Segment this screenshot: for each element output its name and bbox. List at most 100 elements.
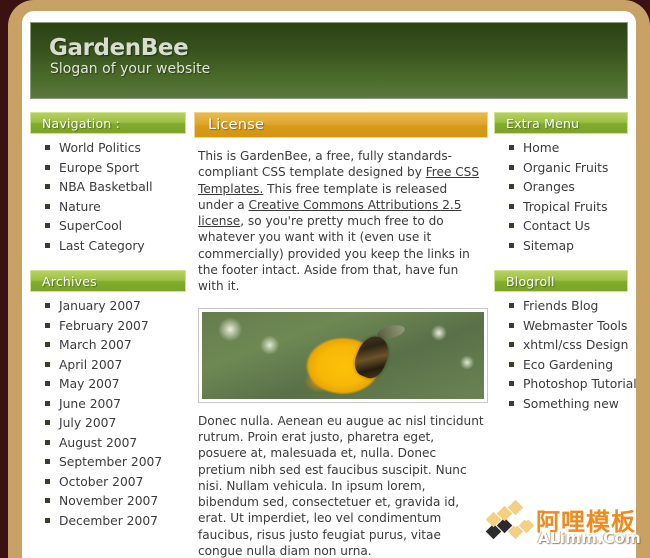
nav-link-5[interactable]: Last Category xyxy=(59,239,145,253)
nav-link-4[interactable]: SuperCool xyxy=(59,219,122,233)
list-item[interactable]: December 2007 xyxy=(45,514,186,528)
nav-link-1[interactable]: Europe Sport xyxy=(59,161,139,175)
bullet-square-icon xyxy=(509,203,514,209)
list-item[interactable]: June 2007 xyxy=(45,397,186,411)
bullet-square-icon xyxy=(45,439,50,445)
extra-link-5[interactable]: Sitemap xyxy=(523,239,574,253)
list-item[interactable]: February 2007 xyxy=(45,319,186,333)
blogroll-link-0[interactable]: Friends Blog xyxy=(523,299,598,313)
list-item[interactable]: May 2007 xyxy=(45,377,186,391)
body-paragraph: Donec nulla. Aenean eu augue ac nisl tin… xyxy=(198,413,484,558)
archive-link-3[interactable]: April 2007 xyxy=(59,358,122,372)
list-item[interactable]: Tropical Fruits xyxy=(509,200,628,214)
bullet-square-icon xyxy=(45,459,50,464)
nav-link-0[interactable]: World Politics xyxy=(59,141,141,155)
list-item[interactable]: Webmaster Tools xyxy=(509,319,628,333)
list-item[interactable]: November 2007 xyxy=(45,494,186,508)
extra-link-3[interactable]: Tropical Fruits xyxy=(523,200,608,214)
list-item[interactable]: Something new xyxy=(509,397,628,411)
site-banner: GardenBee Slogan of your website xyxy=(30,22,628,99)
list-item[interactable]: Organic Fruits xyxy=(509,161,628,175)
list-item[interactable]: Oranges xyxy=(509,180,628,194)
bullet-square-icon xyxy=(509,145,514,150)
nav-link-3[interactable]: Nature xyxy=(59,200,101,214)
bullet-square-icon xyxy=(45,381,50,386)
blogroll-link-5[interactable]: Something new xyxy=(523,397,619,411)
archive-link-2[interactable]: March 2007 xyxy=(59,338,132,352)
archive-link-11[interactable]: December 2007 xyxy=(59,514,158,528)
blogroll-link-3[interactable]: Eco Gardening xyxy=(523,358,613,372)
list-item[interactable]: Sitemap xyxy=(509,239,628,253)
archive-link-8[interactable]: September 2007 xyxy=(59,455,162,469)
bullet-square-icon xyxy=(45,420,50,425)
list-item[interactable]: NBA Basketball xyxy=(45,180,186,194)
archive-link-1[interactable]: February 2007 xyxy=(59,319,149,333)
archive-link-6[interactable]: July 2007 xyxy=(59,416,116,430)
bullet-square-icon xyxy=(45,498,50,503)
bee-photo xyxy=(198,307,488,403)
list-item[interactable]: April 2007 xyxy=(45,358,186,372)
list-item[interactable]: September 2007 xyxy=(45,455,186,469)
nav-link-2[interactable]: NBA Basketball xyxy=(59,180,153,194)
bee-body-shape xyxy=(350,331,394,383)
list-item[interactable]: January 2007 xyxy=(45,299,186,313)
bullet-square-icon xyxy=(509,164,514,170)
bullet-square-icon xyxy=(45,242,50,248)
archive-link-7[interactable]: August 2007 xyxy=(59,436,137,450)
list-item[interactable]: Last Category xyxy=(45,239,186,253)
list-item[interactable]: October 2007 xyxy=(45,475,186,489)
bullet-square-icon xyxy=(45,400,50,406)
extra-menu-panel-heading: Extra Menu xyxy=(494,112,628,134)
extra-link-4[interactable]: Contact Us xyxy=(523,219,590,233)
list-item[interactable]: SuperCool xyxy=(45,219,186,233)
blogroll-list: Friends Blog Webmaster Tools xhtml/css Des… xyxy=(494,299,636,411)
bullet-square-icon xyxy=(45,478,50,484)
list-item[interactable]: Eco Gardening xyxy=(509,358,628,372)
right-sidebar: Extra Menu Home Organic Fruits Oranges Trop… xyxy=(494,112,636,416)
list-item[interactable]: Photoshop Tutorials xyxy=(509,377,636,391)
archive-link-5[interactable]: June 2007 xyxy=(59,397,121,411)
page-canvas: GardenBee Slogan of your website Navigat… xyxy=(22,11,636,558)
archive-link-10[interactable]: November 2007 xyxy=(59,494,158,508)
bullet-square-icon xyxy=(45,145,50,150)
archive-link-4[interactable]: May 2007 xyxy=(59,377,120,391)
blogroll-link-4[interactable]: Photoshop Tutorials xyxy=(523,377,636,391)
list-item[interactable]: xhtml/css Design xyxy=(509,338,628,352)
extra-link-0[interactable]: Home xyxy=(523,141,559,155)
bullet-square-icon xyxy=(509,342,514,347)
bullet-square-icon xyxy=(45,223,50,228)
list-item[interactable]: August 2007 xyxy=(45,436,186,450)
list-item[interactable]: Friends Blog xyxy=(509,299,628,313)
list-item[interactable]: March 2007 xyxy=(45,338,186,352)
site-slogan: Slogan of your website xyxy=(50,61,211,77)
bullet-square-icon xyxy=(509,381,514,386)
archives-panel-heading: Archives xyxy=(30,270,186,292)
navigation-list: World Politics Europe Sport NBA Basketball… xyxy=(30,141,186,253)
bullet-square-icon xyxy=(509,303,514,308)
license-text-0: This is GardenBee, a free, fully standar… xyxy=(198,149,452,180)
bullet-square-icon xyxy=(45,303,50,308)
bullet-square-icon xyxy=(509,223,514,228)
navigation-panel-heading: Navigation : xyxy=(30,112,186,134)
bullet-square-icon xyxy=(509,322,514,328)
list-item[interactable]: Nature xyxy=(45,200,186,214)
list-item[interactable]: Contact Us xyxy=(509,219,628,233)
license-panel-heading: License xyxy=(194,112,488,138)
extra-link-1[interactable]: Organic Fruits xyxy=(523,161,608,175)
archive-link-0[interactable]: January 2007 xyxy=(59,299,141,313)
blogroll-link-1[interactable]: Webmaster Tools xyxy=(523,319,627,333)
list-item[interactable]: July 2007 xyxy=(45,416,186,430)
extra-link-2[interactable]: Oranges xyxy=(523,180,575,194)
page-frame: GardenBee Slogan of your website Navigat… xyxy=(0,0,650,558)
bullet-square-icon xyxy=(45,164,50,170)
blogroll-panel-heading: Blogroll xyxy=(494,270,628,292)
list-item[interactable]: Home xyxy=(509,141,628,155)
archives-list: January 2007 February 2007 March 2007 April… xyxy=(30,299,186,528)
blogroll-link-2[interactable]: xhtml/css Design xyxy=(523,338,628,352)
bullet-square-icon xyxy=(45,322,50,328)
archive-link-9[interactable]: October 2007 xyxy=(59,475,143,489)
list-item[interactable]: Europe Sport xyxy=(45,161,186,175)
list-item[interactable]: World Politics xyxy=(45,141,186,155)
